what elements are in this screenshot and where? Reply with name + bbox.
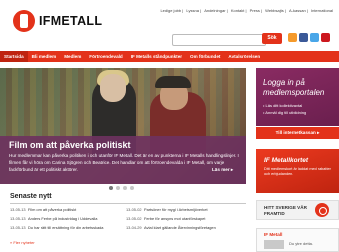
twitter-icon[interactable] <box>310 33 319 42</box>
carousel-dot[interactable] <box>123 186 127 190</box>
login-list-item: • Anmäl dig till utbildning <box>263 110 307 115</box>
toplink[interactable]: Press <box>250 8 260 13</box>
more-news-label: Fler nyheter <box>13 240 35 245</box>
campaign-box[interactable]: HITT SVERIGE VÅR FRAMTID <box>256 200 339 220</box>
latest-news-title: Senaste nytt <box>10 193 52 200</box>
nav-item-start[interactable]: Startsida <box>0 51 28 62</box>
hero-caption: Film om att påverka politiskt Hur medlem… <box>0 136 246 184</box>
news-date: 13-05-02 <box>126 216 142 221</box>
search-input[interactable] <box>172 34 266 46</box>
table-row[interactable]: 13-05-13 Film om att påverka politiskt 1… <box>10 205 246 214</box>
toplink[interactable]: Ledige jobb <box>160 8 181 13</box>
header: IFMETALL Ledige jobb | Lyssna | Andelnin… <box>0 0 339 50</box>
hero-read-more-link[interactable]: Läs mer ▸ <box>212 167 233 173</box>
hero-banner[interactable]: Film om att påverka politiskt Hur medlem… <box>0 68 246 184</box>
toplink[interactable]: A-kassan <box>289 8 306 13</box>
login-list-item: • Läs ditt kollektivavtal <box>263 103 303 108</box>
social-box-text: Du ytre detta. <box>289 241 314 246</box>
metallkortet-title: IF Metallkortet <box>264 157 309 164</box>
page: IFMETALL Ledige jobb | Lyssna | Andelnin… <box>0 0 339 252</box>
login-list-label: Läs ditt kollektivavtal <box>265 103 303 108</box>
news-date: 13-05-13 <box>10 216 26 221</box>
login-title: Logga in på medlemsportalen <box>263 78 325 97</box>
top-links: Ledige jobb | Lyssna | Andelningar | Kon… <box>160 8 333 13</box>
social-box-title: IF Metall <box>264 232 283 237</box>
toplink[interactable]: Lyssna <box>186 8 199 13</box>
news-title[interactable]: Du har rätt till ersättning för din arbe… <box>28 225 126 230</box>
sidebar: Logga in på medlemsportalen • Läs ditt k… <box>256 68 339 252</box>
news-date: 13-05-13 <box>10 207 26 212</box>
news-date: 13-04-29 <box>126 225 142 230</box>
internet-kassan-button[interactable]: Till internetkassan ▸ <box>256 127 339 139</box>
table-row[interactable]: 13-05-13 Du har rätt till ersättning för… <box>10 223 246 232</box>
table-row[interactable]: 13-05-13 Anders Ferbe på industridag i U… <box>10 214 246 223</box>
campaign-title: HITT SVERIGE VÅR FRAMTID <box>264 205 307 216</box>
toplink[interactable]: Andelningar <box>204 8 225 13</box>
divider <box>10 203 246 204</box>
search-button[interactable]: Sök <box>262 33 282 44</box>
toplink[interactable]: International <box>311 8 333 13</box>
login-list-label: Anmäl dig till utbildning <box>265 110 307 115</box>
news-date: 13-05-13 <box>10 225 26 230</box>
youtube-icon[interactable] <box>321 33 330 42</box>
toplink[interactable]: Kontakt <box>231 8 245 13</box>
nav-item-avtalsrorelsen[interactable]: Avtalsrörelsen <box>224 54 264 59</box>
campaign-icon <box>315 203 329 217</box>
login-box[interactable]: Logga in på medlemsportalen • Läs ditt k… <box>256 68 339 126</box>
social-thumbnail <box>264 240 284 249</box>
hero-title[interactable]: Film om att påverka politiskt <box>9 140 131 150</box>
news-title[interactable]: Film om att påverka politiskt <box>28 207 126 212</box>
nav-item-om-forbundet[interactable]: Om förbundet <box>186 54 224 59</box>
nav-item-standpunkter[interactable]: IF Metalls ståndpunkter <box>127 54 186 59</box>
social-box[interactable]: IF Metall Du ytre detta. <box>256 228 339 252</box>
carousel-dot[interactable] <box>116 186 120 190</box>
metallkortet-box[interactable]: IF Metallkortet Ditt medlemskort är ladd… <box>256 149 339 193</box>
news-title[interactable]: Anders Ferbe på industridag i Uddevalla <box>28 216 126 221</box>
news-title[interactable]: Ferbe för ansyns mot utanförskapet <box>144 216 242 221</box>
rss-icon[interactable] <box>288 33 297 42</box>
carousel-dot[interactable] <box>109 186 113 190</box>
carousel-dots <box>109 186 137 190</box>
main-nav: Startsida Bli medlem Medlem Förtroendeva… <box>0 51 339 62</box>
facebook-icon[interactable] <box>299 33 308 42</box>
logo[interactable]: IFMETALL <box>13 10 102 32</box>
metallkortet-desc: Ditt medlemskort är laddat med rabatter … <box>264 167 331 176</box>
logo-mark-icon <box>13 10 35 32</box>
toplink[interactable]: Webbsajts <box>265 8 284 13</box>
nav-item-fortroendevald[interactable]: Förtroendevald <box>85 54 126 59</box>
hero-person-cap <box>155 76 191 88</box>
more-news-link[interactable]: » Fler nyheter <box>10 240 35 245</box>
nav-item-bli-medlem[interactable]: Bli medlem <box>28 54 61 59</box>
logo-text: IFMETALL <box>39 14 103 28</box>
carousel-dot[interactable] <box>130 186 134 190</box>
hero-text: Hur medlemmar kan påverka politiken i oc… <box>9 153 239 172</box>
news-date: 13-05-02 <box>126 207 142 212</box>
news-title[interactable]: Avtal klart gällande Återvinningsföretag… <box>144 225 242 230</box>
hero-person-head <box>100 74 126 102</box>
nav-item-medlem[interactable]: Medlem <box>60 54 85 59</box>
news-title[interactable]: Partsöner för mygi i Arbetsmijöverket <box>144 207 242 212</box>
